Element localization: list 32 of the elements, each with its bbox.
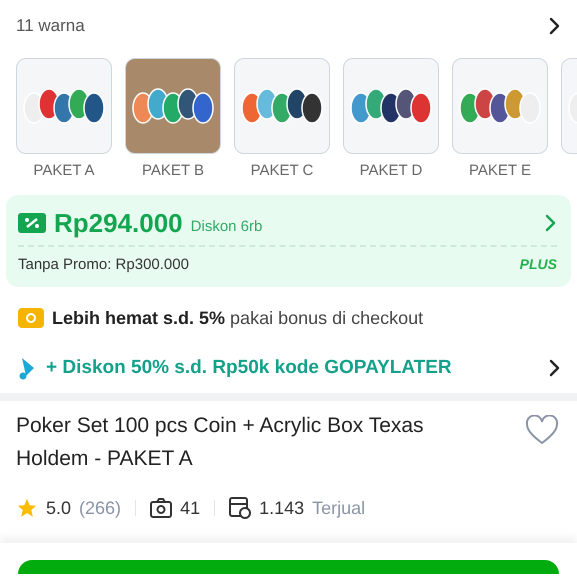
variant-label: PAKET C <box>250 162 314 179</box>
chevron-right-icon[interactable] <box>549 17 561 35</box>
sold-box-icon <box>229 497 252 519</box>
color-count: 11 warna <box>16 16 85 36</box>
variant-label: PAKET B <box>142 162 204 179</box>
variant-thumbnail[interactable] <box>234 58 330 154</box>
product-title: Poker Set 100 pcs Coin + Acrylic Box Texas Holdem - PAKET A <box>16 413 425 472</box>
camera-icon <box>150 498 172 518</box>
coupon-icon <box>18 213 46 233</box>
star-icon <box>16 497 38 519</box>
discounted-price: Rp294.000 <box>54 208 183 238</box>
variant-thumbnail[interactable] <box>16 58 112 154</box>
variant-label: PAKET E <box>469 162 531 179</box>
variant-label: PAKET D <box>360 162 422 179</box>
variant-thumbnail[interactable] <box>343 58 439 154</box>
review-count[interactable]: (266) <box>79 498 122 518</box>
bonus-text: Lebih hemat s.d. 5% pakai bonus di checkout <box>52 308 424 328</box>
variant-thumbnail[interactable] <box>125 58 221 154</box>
rating-value: 5.0 <box>46 498 72 518</box>
paylater-promo-text[interactable]: + Diskon 50% s.d. Rp50k kode GOPAYLATER <box>46 357 541 379</box>
bonus-ticket-icon <box>18 308 44 328</box>
variant-label: PAKET A <box>33 162 95 179</box>
price-card[interactable]: Rp294.000 Diskon 6rb Tanpa Promo: Rp300.000 PLUS <box>6 195 571 287</box>
variant-thumbnail[interactable] <box>452 58 548 154</box>
plus-program-label: PLUS <box>520 256 557 272</box>
original-price: Tanpa Promo: Rp300.000 <box>18 256 189 272</box>
sold-label: Terjual <box>312 498 366 518</box>
sold-count: 1.143 <box>259 498 304 518</box>
discount-amount: Diskon 6rb <box>190 218 264 234</box>
photo-count: 41 <box>180 498 200 518</box>
heart-icon[interactable] <box>525 415 559 445</box>
chevron-right-icon[interactable] <box>549 359 561 377</box>
